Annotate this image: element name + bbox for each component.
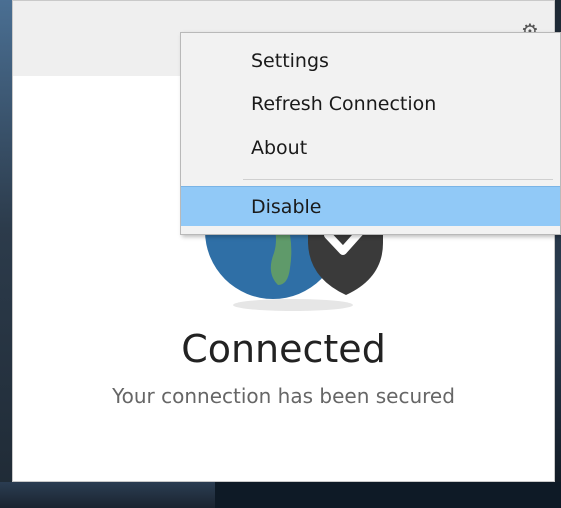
taskbar-segment [215,482,561,508]
connection-status-title: Connected [181,327,386,371]
menu-item-disable[interactable]: Disable [181,186,560,226]
desktop-background-left [0,0,12,508]
menu-item-about[interactable]: About [181,128,560,168]
context-menu: Settings Refresh Connection About Disabl… [180,32,561,235]
menu-item-settings[interactable]: Settings [181,41,560,81]
menu-separator [243,179,553,180]
menu-item-refresh-connection[interactable]: Refresh Connection [181,84,560,124]
connection-status-subtitle: Your connection has been secured [112,384,455,408]
